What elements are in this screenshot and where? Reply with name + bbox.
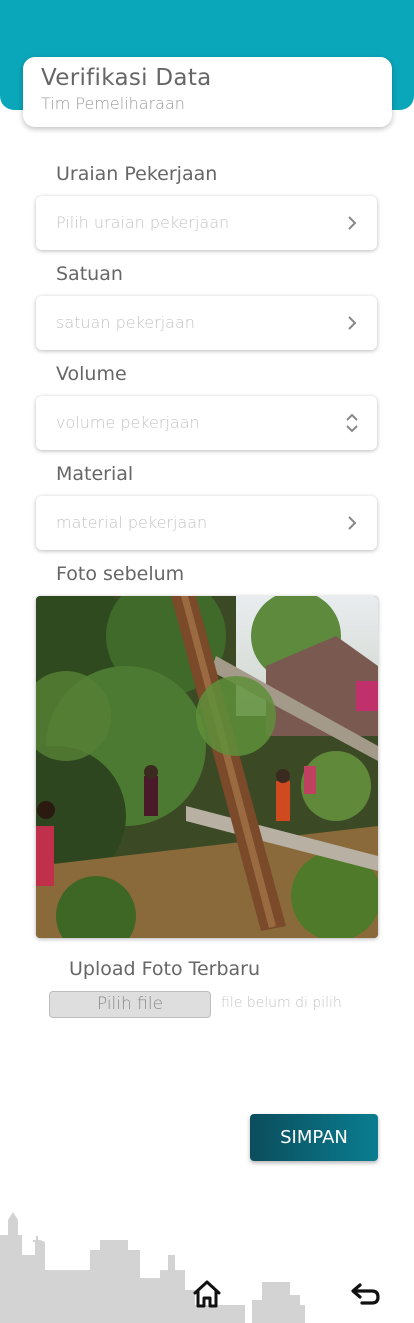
uraian-select[interactable]: Pilih uraian pekerjaan — [36, 196, 377, 250]
chevron-right-icon — [348, 216, 357, 230]
save-button[interactable]: SIMPAN — [250, 1114, 378, 1161]
satuan-placeholder: satuan pekerjaan — [56, 313, 195, 332]
material-placeholder: material pekerjaan — [56, 513, 208, 532]
volume-label: Volume — [56, 363, 127, 385]
upload-label: Upload Foto Terbaru — [69, 958, 261, 980]
uraian-label: Uraian Pekerjaan — [56, 163, 218, 185]
uraian-placeholder: Pilih uraian pekerjaan — [56, 213, 230, 232]
foto-sebelum-label: Foto sebelum — [56, 563, 185, 585]
page-title: Verifikasi Data — [41, 65, 212, 91]
before-photo — [36, 596, 378, 938]
title-card: Verifikasi Data Tim Pemeliharaan — [23, 57, 392, 127]
choose-file-button[interactable]: Pilih file — [49, 991, 211, 1018]
material-select[interactable]: material pekerjaan — [36, 496, 377, 550]
material-label: Material — [56, 463, 134, 485]
file-status: file belum di pilih — [221, 995, 342, 1011]
home-icon[interactable] — [191, 1278, 223, 1310]
volume-input[interactable]: volume pekerjaan — [36, 396, 377, 450]
satuan-select[interactable]: satuan pekerjaan — [36, 296, 377, 350]
return-arrow-icon[interactable] — [350, 1280, 382, 1308]
page-subtitle: Tim Pemeliharaan — [41, 94, 185, 113]
satuan-label: Satuan — [56, 263, 123, 285]
chevron-right-icon — [348, 516, 357, 530]
volume-placeholder: volume pekerjaan — [56, 413, 200, 432]
chevron-right-icon — [348, 316, 357, 330]
up-down-stepper-icon[interactable] — [345, 411, 359, 435]
